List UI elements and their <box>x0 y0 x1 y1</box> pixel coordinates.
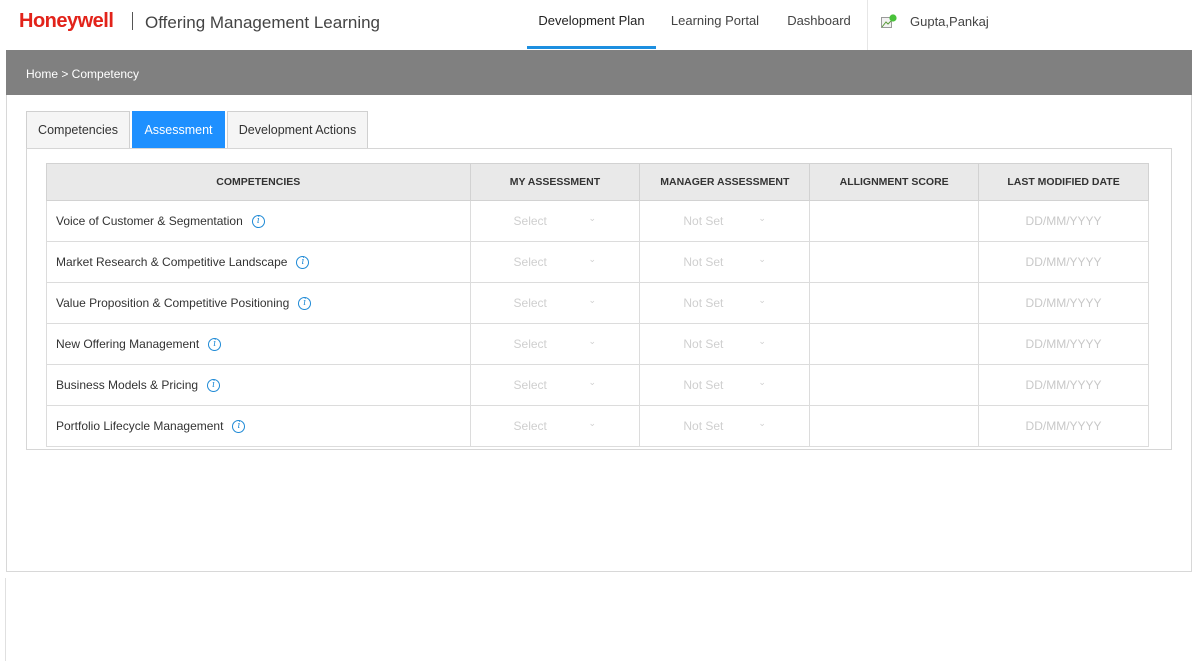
table-row: Portfolio Lifecycle Management i Select ⌄ … <box>46 405 1149 447</box>
manager-assessment-select: Not Set ⌄ <box>639 282 811 324</box>
user-avatar-icon[interactable] <box>881 14 897 28</box>
table-row: New Offering Management i Select ⌄ Not Set… <box>46 323 1149 365</box>
info-icon[interactable]: i <box>296 256 310 270</box>
manager-assessment-select: Not Set ⌄ <box>639 405 811 447</box>
info-icon[interactable]: i <box>207 379 221 393</box>
table-row: Voice of Customer & Segmentation i Select… <box>46 200 1149 242</box>
manager-assessment-select: Not Set ⌄ <box>639 200 811 242</box>
header-my-assessment: MY ASSESSMENT <box>469 163 641 201</box>
top-header: Honeywell Offering Management Learning D… <box>0 0 1200 50</box>
tab-assessment[interactable]: Assessment <box>132 111 225 149</box>
chevron-down-icon: ⌄ <box>758 377 766 387</box>
competency-name: New Offering Management <box>56 336 200 351</box>
tab-development-actions[interactable]: Development Actions <box>227 111 368 149</box>
select-value: Select <box>513 296 547 310</box>
last-modified-date: DD/MM/YYYY <box>978 282 1149 324</box>
nav-development-plan[interactable]: Development Plan <box>527 0 656 50</box>
select-value: Not Set <box>683 337 724 351</box>
select-value: Not Set <box>683 378 724 392</box>
header-last-modified-date: LAST MODIFIED DATE <box>978 163 1149 201</box>
select-value: Not Set <box>683 419 724 433</box>
table-header-row: COMPETENCIES MY ASSESSMENT MANAGER ASSES… <box>46 163 1149 201</box>
last-modified-date: DD/MM/YYYY <box>978 200 1149 242</box>
chevron-down-icon: ⌄ <box>588 295 597 305</box>
user-name[interactable]: Gupta,Pankaj <box>910 14 989 29</box>
competency-name: Value Proposition & Competitive Position… <box>56 295 290 310</box>
select-value: Select <box>513 337 547 351</box>
select-value: Not Set <box>683 296 724 310</box>
info-icon[interactable]: i <box>298 297 312 311</box>
competency-name: Market Research & Competitive Landscape <box>56 254 288 269</box>
chevron-down-icon: ⌄ <box>588 377 597 387</box>
competency-cell: Market Research & Competitive Landscape i <box>46 241 471 283</box>
competency-name: Portfolio Lifecycle Management <box>56 418 224 433</box>
alignment-score-cell <box>809 241 980 283</box>
header-competencies: COMPETENCIES <box>46 163 471 201</box>
competency-cell: Voice of Customer & Segmentation i <box>46 200 471 242</box>
last-modified-date: DD/MM/YYYY <box>978 405 1149 447</box>
my-assessment-select[interactable]: Select ⌄ <box>469 200 641 242</box>
competency-cell: Portfolio Lifecycle Management i <box>46 405 471 447</box>
table-row: Business Models & Pricing i Select ⌄ Not S… <box>46 364 1149 406</box>
chevron-down-icon: ⌄ <box>588 336 597 346</box>
table-row: Market Research & Competitive Landscape i… <box>46 241 1149 283</box>
alignment-score-cell <box>809 405 980 447</box>
competency-name: Voice of Customer & Segmentation <box>56 213 243 228</box>
manager-assessment-select: Not Set ⌄ <box>639 241 811 283</box>
competency-cell: Business Models & Pricing i <box>46 364 471 406</box>
nav-divider <box>867 0 868 50</box>
select-value: Not Set <box>683 214 724 228</box>
chevron-down-icon: ⌄ <box>758 418 766 428</box>
table-row: Value Proposition & Competitive Position… <box>46 282 1149 324</box>
manager-assessment-select: Not Set ⌄ <box>639 364 811 406</box>
chevron-down-icon: ⌄ <box>588 254 597 264</box>
tab-competencies[interactable]: Competencies <box>26 111 130 149</box>
info-icon[interactable]: i <box>208 338 222 352</box>
alignment-score-cell <box>809 323 980 365</box>
last-modified-date: DD/MM/YYYY <box>978 364 1149 406</box>
alignment-score-cell <box>809 364 980 406</box>
chevron-down-icon: ⌄ <box>758 336 766 346</box>
manager-assessment-select: Not Set ⌄ <box>639 323 811 365</box>
brand-logo[interactable]: Honeywell <box>19 10 114 33</box>
select-value: Select <box>513 255 547 269</box>
chevron-down-icon: ⌄ <box>758 213 766 223</box>
info-icon[interactable]: i <box>251 215 265 229</box>
last-modified-date: DD/MM/YYYY <box>978 241 1149 283</box>
my-assessment-select[interactable]: Select ⌄ <box>469 364 641 406</box>
assessment-table: COMPETENCIES MY ASSESSMENT MANAGER ASSES… <box>46 163 1149 447</box>
competency-cell: New Offering Management i <box>46 323 471 365</box>
alignment-score-cell <box>809 282 980 324</box>
select-value: Not Set <box>683 255 724 269</box>
competency-name: Business Models & Pricing <box>56 377 199 392</box>
info-icon[interactable]: i <box>232 420 246 434</box>
breadcrumb-bar <box>6 50 1192 95</box>
chevron-down-icon: ⌄ <box>758 295 766 305</box>
chevron-down-icon: ⌄ <box>588 418 597 428</box>
select-value: Select <box>513 214 547 228</box>
my-assessment-select[interactable]: Select ⌄ <box>469 323 641 365</box>
header-alignment-score: ALLIGNMENT SCORE <box>809 163 980 201</box>
alignment-score-cell <box>809 200 980 242</box>
chevron-down-icon: ⌄ <box>588 213 597 223</box>
nav-learning-portal[interactable]: Learning Portal <box>663 0 767 50</box>
nav-dashboard[interactable]: Dashboard <box>778 0 860 50</box>
my-assessment-select[interactable]: Select ⌄ <box>469 282 641 324</box>
last-modified-date: DD/MM/YYYY <box>978 323 1149 365</box>
left-edge-line <box>0 578 6 661</box>
competency-cell: Value Proposition & Competitive Position… <box>46 282 471 324</box>
select-value: Select <box>513 419 547 433</box>
select-value: Select <box>513 378 547 392</box>
my-assessment-select[interactable]: Select ⌄ <box>469 405 641 447</box>
breadcrumb[interactable]: Home > Competency <box>26 67 139 81</box>
my-assessment-select[interactable]: Select ⌄ <box>469 241 641 283</box>
nav-active-indicator <box>527 46 656 49</box>
app-title: Offering Management Learning <box>145 13 381 32</box>
header-manager-assessment: MANAGER ASSESSMENT <box>639 163 811 201</box>
chevron-down-icon: ⌄ <box>758 254 766 264</box>
brand-separator <box>132 12 133 30</box>
